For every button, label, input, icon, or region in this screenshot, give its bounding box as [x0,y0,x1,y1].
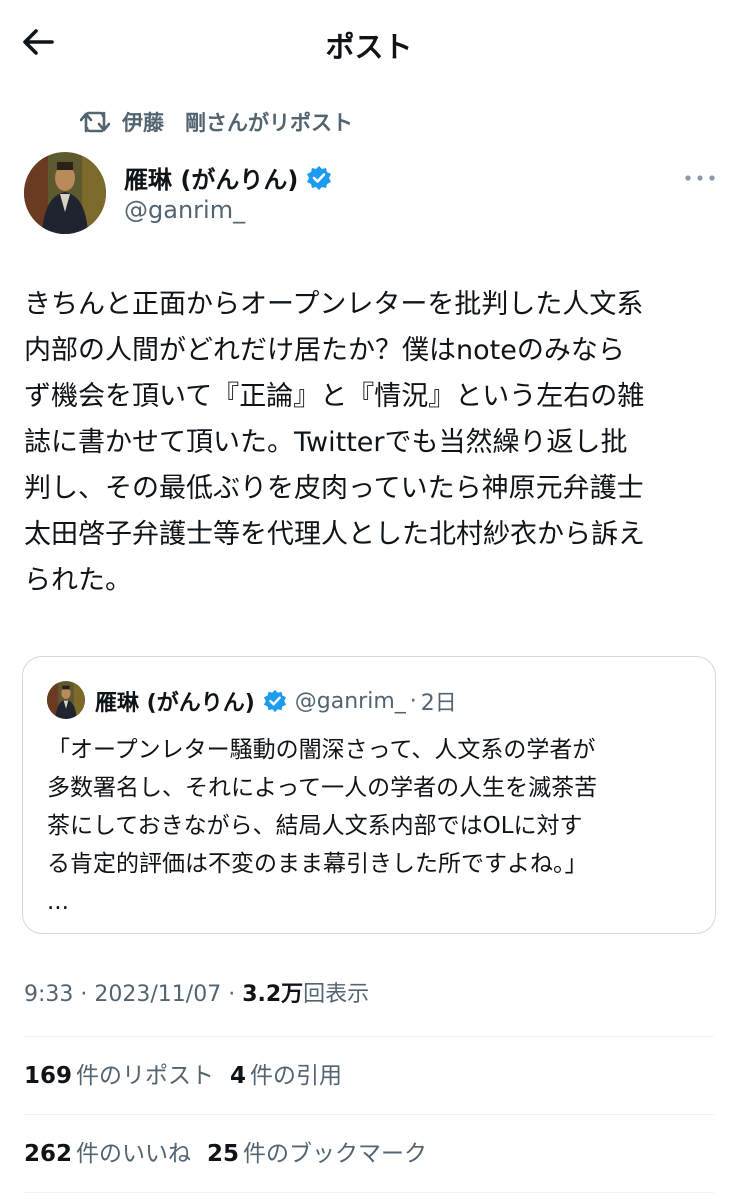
quoted-ellipsis: ... [47,889,69,915]
quoted-author-name: 雁琳 (がんりん) [95,691,255,716]
more-horizontal-icon [685,175,715,181]
avatar[interactable] [24,152,106,234]
quoted-text: 「オープンレター騒動の闇深さって、人文系の学者が 多数署名し、それによって一人の… [47,731,697,883]
divider [24,1036,714,1037]
tweet-text: きちんと正面からオープンレターを批判した人文系 内部の人間がどれだけ居たか？僕は… [24,282,724,604]
divider [24,1192,714,1193]
quoted-tweet-card[interactable]: 雁琳 (がんりん) @ganrim_ · 2日 「オープンレター騒動の闇深さって… [22,656,716,934]
quoted-timestamp: 2日 [420,691,457,716]
bookmarks-count: 25 [207,1141,240,1167]
bookmarks-stat[interactable]: 25 件のブックマーク [207,1134,427,1168]
tweet-line: 太田啓子弁護士等を代理人とした北村紗衣から訴え [24,519,645,550]
quotes-count: 4 [230,1063,247,1089]
quoted-header: 雁琳 (がんりん) @ganrim_ · 2日 [95,683,457,719]
tweet-line: 判し、その最低ぶりを皮肉っていたら神原元弁護士 [24,473,644,504]
quoted-author-handle: @ganrim_ [294,688,406,714]
verified-badge-icon [263,689,286,713]
quoted-separator: · [409,688,417,714]
reposts-stat[interactable]: 169 件のリポスト [24,1056,214,1090]
tweet-meta: 9:33 · 2023/11/07 · 3.2万 回表示 [24,976,369,1008]
tweet-line: られた。 [24,565,132,596]
verified-badge-icon [307,165,332,190]
meta-separator: · [221,982,243,1007]
quoted-line: 「オープンレター騒動の闇深さって、人文系の学者が [47,737,596,763]
tweet-time: 9:33 [24,982,74,1007]
quoted-line: る肯定的評価は不変のまま幕引きした所ですよね。」 [47,851,588,877]
quoted-avatar [47,681,85,719]
quotes-stat[interactable]: 4 件の引用 [230,1056,342,1090]
quoted-line: 多数署名し、それによって一人の学者の人生を滅茶苦 [47,775,598,801]
reposts-count: 169 [24,1063,73,1089]
quotes-label: 件の引用 [250,1063,343,1089]
page-title: ポスト [325,30,413,64]
bookmarks-label: 件のブックマーク [243,1141,428,1167]
repost-context[interactable]: 伊藤 剛さんがリポスト [80,106,353,138]
likes-count: 262 [24,1141,73,1167]
stats-row-engagement: 169 件のリポスト 4 件の引用 [24,1056,358,1090]
repost-text: 伊藤 剛さんがリポスト [122,111,353,135]
tweet-line: ず機会を頂いて『正論』と『情況』という左右の雑 [24,381,645,412]
likes-label: 件のいいね [76,1141,192,1167]
divider [24,1114,714,1115]
tweet-line: きちんと正面からオープンレターを批判した人文系 [24,289,644,320]
view-count: 3.2万 [242,982,304,1007]
author-handle[interactable]: @ganrim_ [124,196,245,224]
tweet-date: 2023/11/07 [94,982,222,1007]
more-button[interactable] [680,164,720,192]
reposts-label: 件のリポスト [76,1063,215,1089]
repost-icon [80,111,110,133]
stats-row-likes: 262 件のいいね 25 件のブックマーク [24,1134,443,1168]
tweet-line: 内部の人間がどれだけ居たか？僕はnoteのみなら [24,335,625,366]
view-count-label: 回表示 [303,982,370,1007]
likes-stat[interactable]: 262 件のいいね [24,1134,191,1168]
top-bar: ポスト [0,0,738,86]
quoted-line: 茶にしておきながら、結局人文系内部ではOLに対す [47,813,583,839]
author-name-text: 雁琳 (がんりん) [124,166,299,194]
meta-separator: · [73,982,95,1007]
tweet-line: 誌に書かせて頂いた。Twitterでも当然繰り返し批 [24,427,628,458]
author-name[interactable]: 雁琳 (がんりん) [124,160,332,195]
